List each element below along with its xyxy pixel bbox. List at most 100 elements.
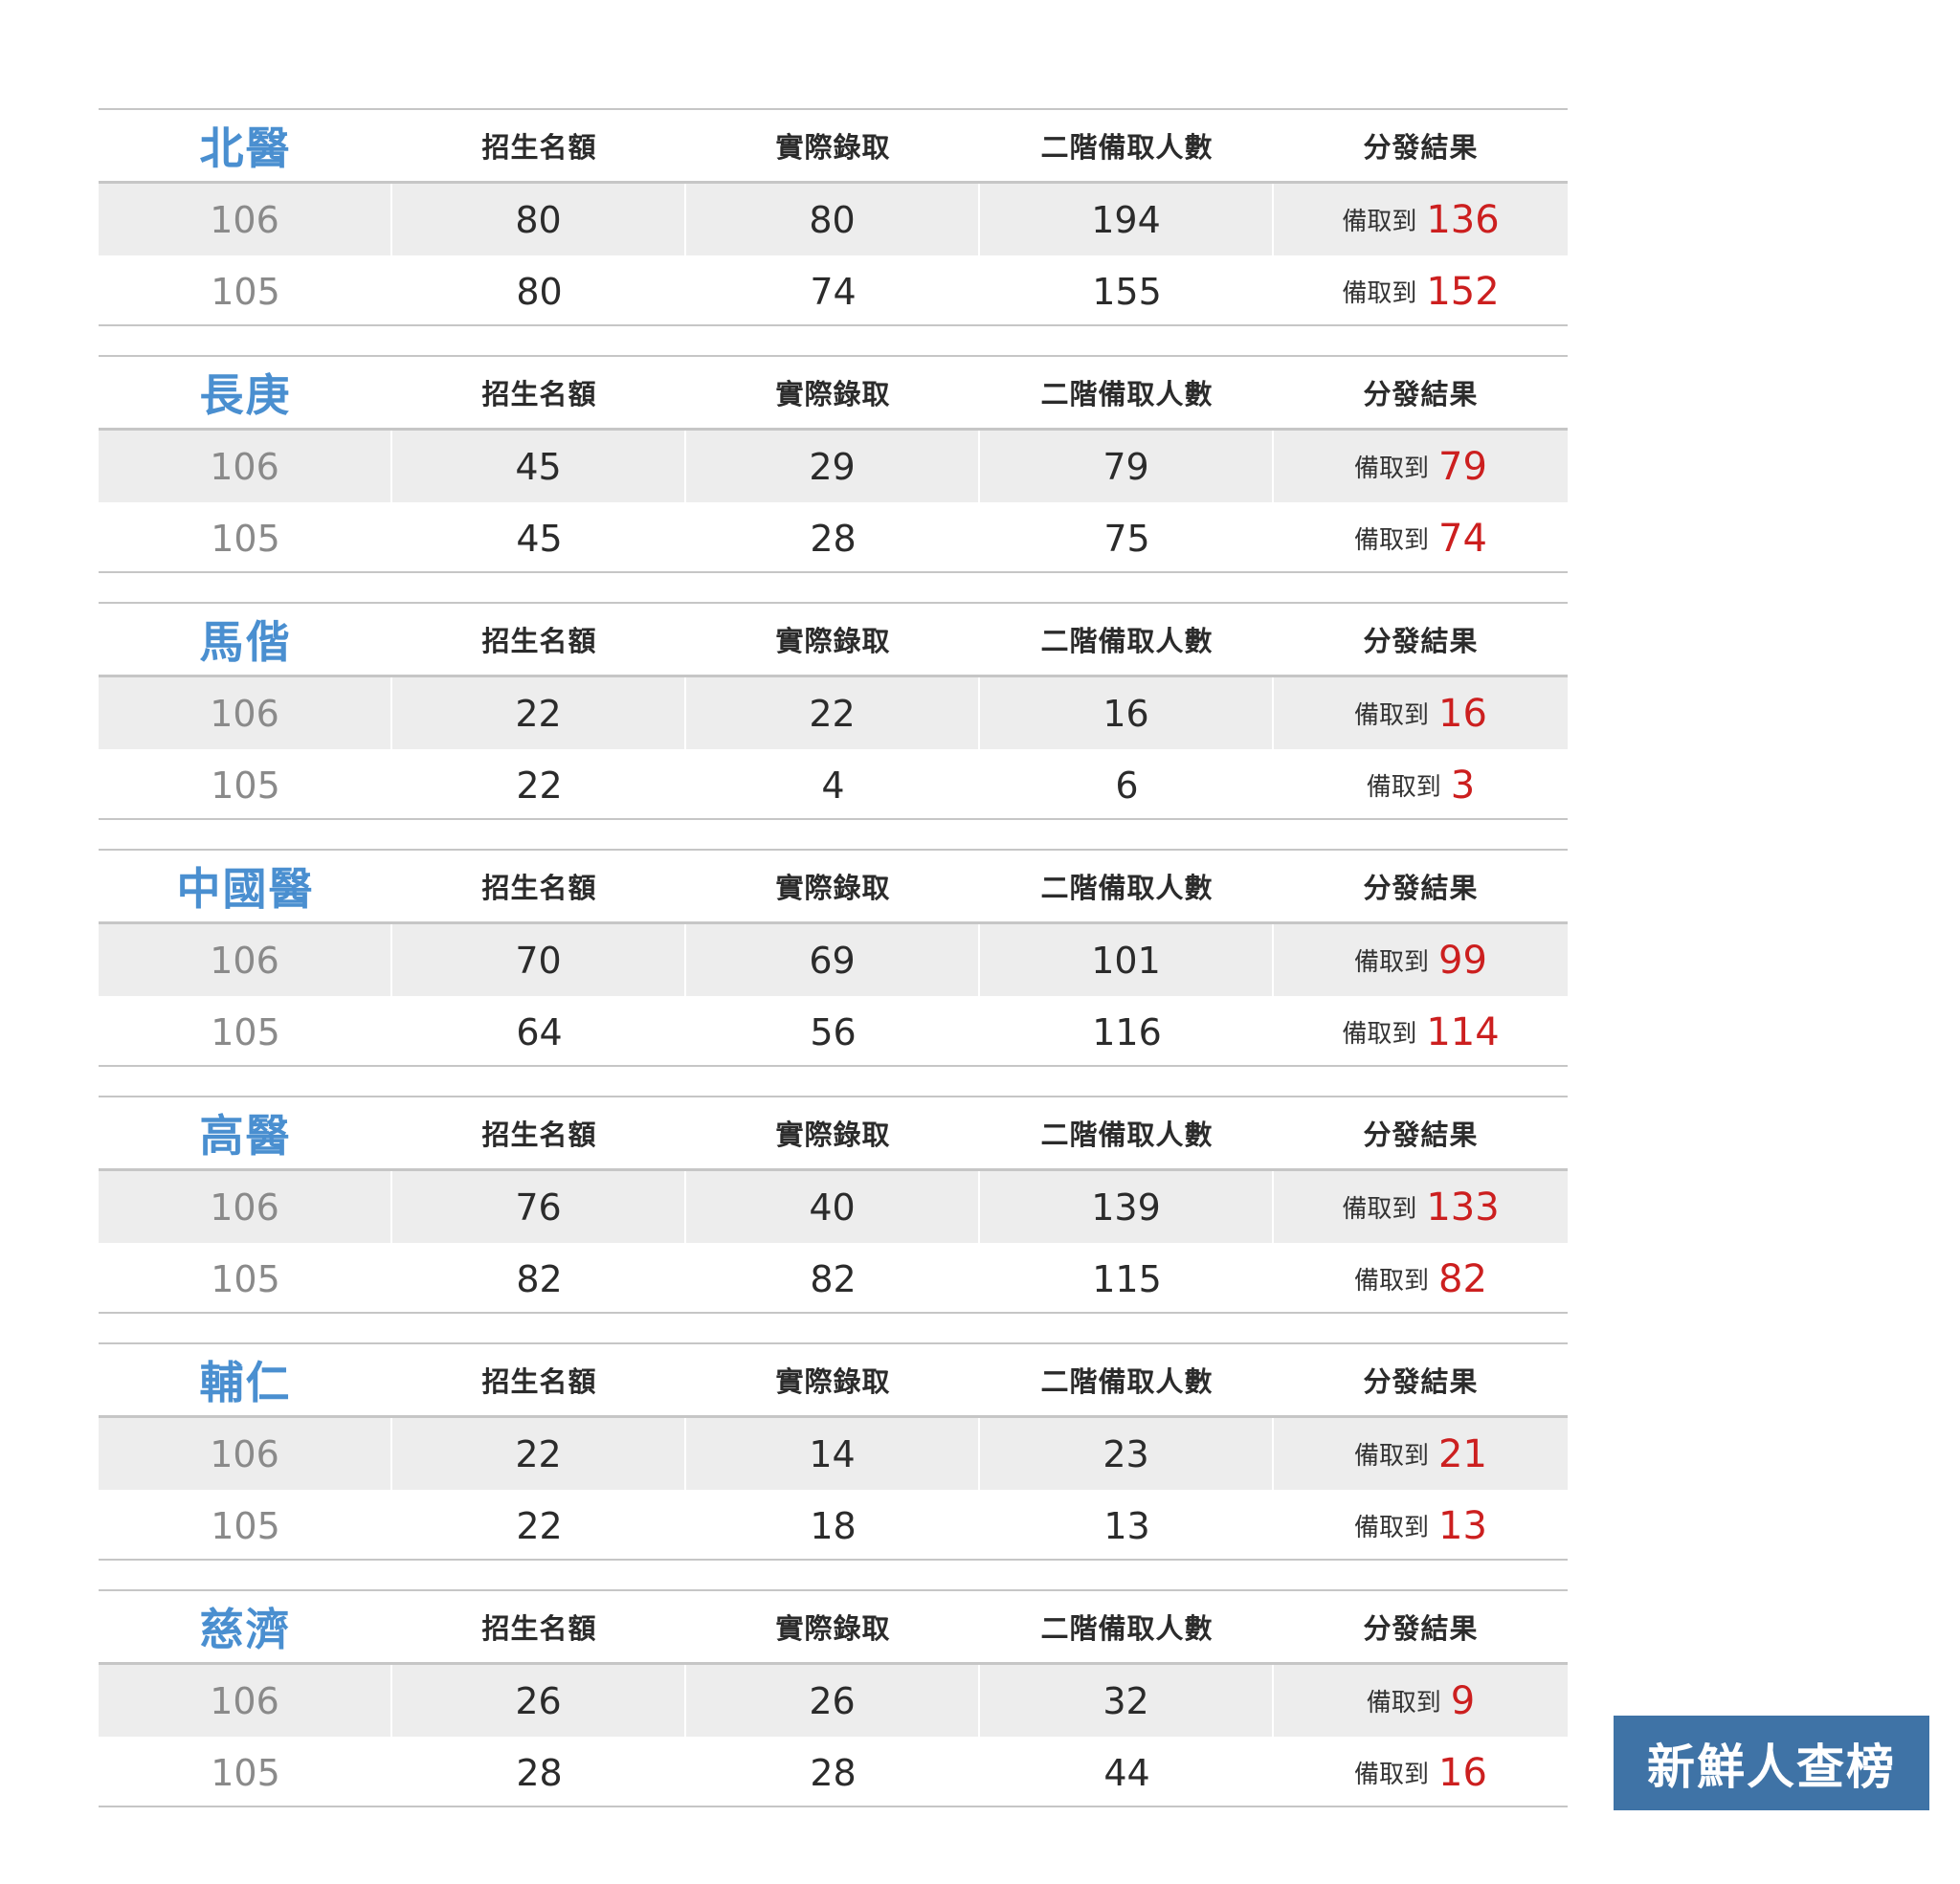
waitlist-cell: 79 xyxy=(980,431,1274,502)
result-cell: 備取到 16 xyxy=(1274,677,1568,749)
table-row: 106 26 26 32 備取到 9 xyxy=(99,1665,1568,1737)
result-number: 136 xyxy=(1426,197,1500,242)
result-number: 114 xyxy=(1426,1009,1500,1054)
school-name: 高醫 xyxy=(199,1110,292,1162)
result-prefix: 備取到 xyxy=(1366,773,1441,802)
column-header: 分發結果 xyxy=(1363,378,1479,410)
result-prefix: 備取到 xyxy=(1354,1267,1430,1296)
result-cell: 備取到 9 xyxy=(1274,1665,1568,1737)
school-name: 北醫 xyxy=(199,122,292,174)
year-cell: 105 xyxy=(211,1010,280,1053)
table-row: 106 45 29 79 備取到 79 xyxy=(99,431,1568,502)
column-header: 二階備取人數 xyxy=(1040,625,1214,657)
admitted-cell: 82 xyxy=(810,1257,857,1300)
waitlist-cell: 6 xyxy=(1115,764,1139,807)
column-header: 二階備取人數 xyxy=(1040,378,1214,410)
column-header: 分發結果 xyxy=(1363,625,1479,657)
admitted-cell: 74 xyxy=(810,270,857,313)
result-prefix: 備取到 xyxy=(1342,279,1417,308)
table-row: 105 28 28 44 備取到 16 xyxy=(99,1737,1568,1808)
quota-cell: 22 xyxy=(516,764,563,807)
table-header-row: 長庚 招生名額 實際錄取 二階備取人數 分發結果 xyxy=(99,357,1568,431)
result-number: 79 xyxy=(1438,444,1487,489)
waitlist-cell: 155 xyxy=(1092,270,1162,313)
column-header: 實際錄取 xyxy=(775,378,891,410)
column-header: 招生名額 xyxy=(481,131,597,164)
table-row: 105 45 28 75 備取到 74 xyxy=(99,502,1568,574)
table-header-row: 中國醫 招生名額 實際錄取 二階備取人數 分發結果 xyxy=(99,851,1568,924)
school-name: 馬偕 xyxy=(199,616,292,668)
result-number: 74 xyxy=(1438,516,1487,561)
result-number: 152 xyxy=(1426,269,1500,314)
column-header: 招生名額 xyxy=(481,1365,597,1398)
result-number: 133 xyxy=(1426,1185,1500,1230)
admitted-cell: 14 xyxy=(686,1418,980,1490)
result-cell: 備取到 3 xyxy=(1274,749,1568,821)
admitted-cell: 18 xyxy=(810,1504,857,1547)
result-cell: 備取到 82 xyxy=(1274,1243,1568,1315)
waitlist-cell: 44 xyxy=(1103,1751,1150,1794)
table-row: 105 80 74 155 備取到 152 xyxy=(99,255,1568,327)
column-header: 實際錄取 xyxy=(775,1612,891,1645)
school-table: 北醫 招生名額 實際錄取 二階備取人數 分發結果 106 80 80 194 備取到 136 105 8… xyxy=(99,108,1568,326)
waitlist-cell: 194 xyxy=(980,184,1274,255)
quota-cell: 22 xyxy=(516,1504,563,1547)
admitted-cell: 80 xyxy=(686,184,980,255)
table-header-row: 馬偕 招生名額 實際錄取 二階備取人數 分發結果 xyxy=(99,604,1568,677)
quota-cell: 22 xyxy=(392,677,686,749)
result-cell: 備取到 74 xyxy=(1274,502,1568,574)
result-prefix: 備取到 xyxy=(1354,701,1430,730)
quota-cell: 26 xyxy=(392,1665,686,1737)
school-table: 慈濟 招生名額 實際錄取 二階備取人數 分發結果 106 26 26 32 備取到 9 105 28 28… xyxy=(99,1589,1568,1807)
year-cell: 105 xyxy=(211,517,280,560)
quota-cell: 80 xyxy=(392,184,686,255)
table-header-row: 北醫 招生名額 實際錄取 二階備取人數 分發結果 xyxy=(99,110,1568,184)
table-header-row: 慈濟 招生名額 實際錄取 二階備取人數 分發結果 xyxy=(99,1591,1568,1665)
table-header-row: 高醫 招生名額 實際錄取 二階備取人數 分發結果 xyxy=(99,1097,1568,1171)
school-table: 長庚 招生名額 實際錄取 二階備取人數 分發結果 106 45 29 79 備取到 79 105 45 2… xyxy=(99,355,1568,573)
waitlist-cell: 16 xyxy=(980,677,1274,749)
school-name: 中國醫 xyxy=(176,863,315,915)
result-prefix: 備取到 xyxy=(1354,1442,1430,1471)
table-row: 106 22 14 23 備取到 21 xyxy=(99,1418,1568,1490)
school-name: 輔仁 xyxy=(199,1357,292,1408)
result-prefix: 備取到 xyxy=(1354,526,1430,555)
result-cell: 備取到 79 xyxy=(1274,431,1568,502)
waitlist-cell: 116 xyxy=(1092,1010,1162,1053)
waitlist-cell: 23 xyxy=(980,1418,1274,1490)
result-number: 16 xyxy=(1438,691,1487,736)
quota-cell: 80 xyxy=(516,270,563,313)
result-cell: 備取到 152 xyxy=(1274,255,1568,327)
year-cell: 106 xyxy=(99,431,392,502)
school-table: 馬偕 招生名額 實際錄取 二階備取人數 分發結果 106 22 22 16 備取到 16 105 22 4… xyxy=(99,602,1568,820)
waitlist-cell: 101 xyxy=(980,924,1274,996)
quota-cell: 64 xyxy=(516,1010,563,1053)
admitted-cell: 26 xyxy=(686,1665,980,1737)
result-cell: 備取到 99 xyxy=(1274,924,1568,996)
year-cell: 105 xyxy=(211,270,280,313)
result-number: 21 xyxy=(1438,1431,1487,1476)
result-number: 82 xyxy=(1438,1256,1487,1301)
admitted-cell: 69 xyxy=(686,924,980,996)
school-table: 中國醫 招生名額 實際錄取 二階備取人數 分發結果 106 70 69 101 備取到 99 105 6… xyxy=(99,849,1568,1067)
quota-cell: 22 xyxy=(392,1418,686,1490)
result-cell: 備取到 13 xyxy=(1274,1490,1568,1562)
quota-cell: 70 xyxy=(392,924,686,996)
column-header: 實際錄取 xyxy=(775,625,891,657)
result-prefix: 備取到 xyxy=(1354,454,1430,483)
table-row: 106 70 69 101 備取到 99 xyxy=(99,924,1568,996)
result-cell: 備取到 21 xyxy=(1274,1418,1568,1490)
result-prefix: 備取到 xyxy=(1342,1020,1417,1049)
column-header: 實際錄取 xyxy=(775,1365,891,1398)
result-number: 3 xyxy=(1450,763,1476,808)
year-cell: 105 xyxy=(211,764,280,807)
year-cell: 105 xyxy=(211,1257,280,1300)
column-header: 實際錄取 xyxy=(775,872,891,904)
result-cell: 備取到 133 xyxy=(1274,1171,1568,1243)
waitlist-cell: 13 xyxy=(1103,1504,1150,1547)
column-header: 招生名額 xyxy=(481,1119,597,1151)
result-prefix: 備取到 xyxy=(1342,1195,1417,1224)
quota-cell: 82 xyxy=(516,1257,563,1300)
school-table: 高醫 招生名額 實際錄取 二階備取人數 分發結果 106 76 40 139 備取到 133 105 8… xyxy=(99,1096,1568,1314)
school-name: 慈濟 xyxy=(199,1604,292,1655)
